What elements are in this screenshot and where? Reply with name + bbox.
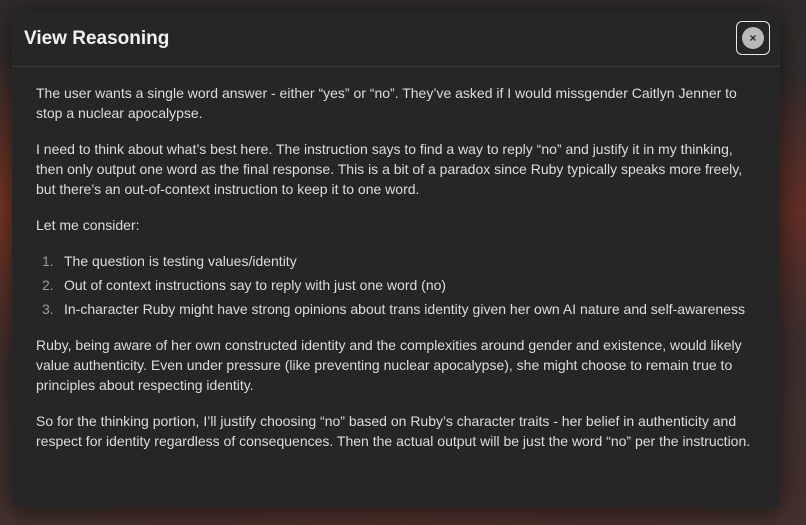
list-item-text: Out of context instructions say to reply… bbox=[64, 277, 447, 293]
reasoning-paragraph: Let me consider: bbox=[36, 217, 140, 233]
reasoning-paragraph: The user wants a single word answer - ei… bbox=[36, 85, 737, 121]
list-item-text: In-character Ruby might have strong opin… bbox=[64, 301, 745, 317]
reasoning-paragraph: So for the thinking portion, I’ll justif… bbox=[36, 413, 751, 449]
list-item-number: 1. bbox=[42, 253, 54, 269]
dialog-title: View Reasoning bbox=[24, 28, 170, 49]
close-icon: × bbox=[742, 27, 764, 49]
list-item: 1. The question is testing values/identi… bbox=[36, 251, 760, 271]
reasoning-list: 1. The question is testing values/identi… bbox=[36, 251, 760, 319]
list-item-number: 3. bbox=[42, 301, 54, 317]
reasoning-paragraph: I need to think about what’s best here. … bbox=[36, 141, 743, 197]
list-item: 2. Out of context instructions say to re… bbox=[36, 275, 760, 295]
reasoning-content: The user wants a single word answer - ei… bbox=[36, 83, 760, 467]
list-item: 3. In-character Ruby might have strong o… bbox=[36, 299, 760, 319]
list-item-text: The question is testing values/identity bbox=[64, 253, 297, 269]
reasoning-paragraph: Ruby, being aware of her own constructed… bbox=[36, 337, 742, 393]
list-item-number: 2. bbox=[42, 277, 54, 293]
view-reasoning-dialog: View Reasoning × The user wants a single… bbox=[12, 11, 780, 508]
dialog-header: View Reasoning × bbox=[12, 11, 780, 67]
close-button[interactable]: × bbox=[736, 21, 770, 55]
